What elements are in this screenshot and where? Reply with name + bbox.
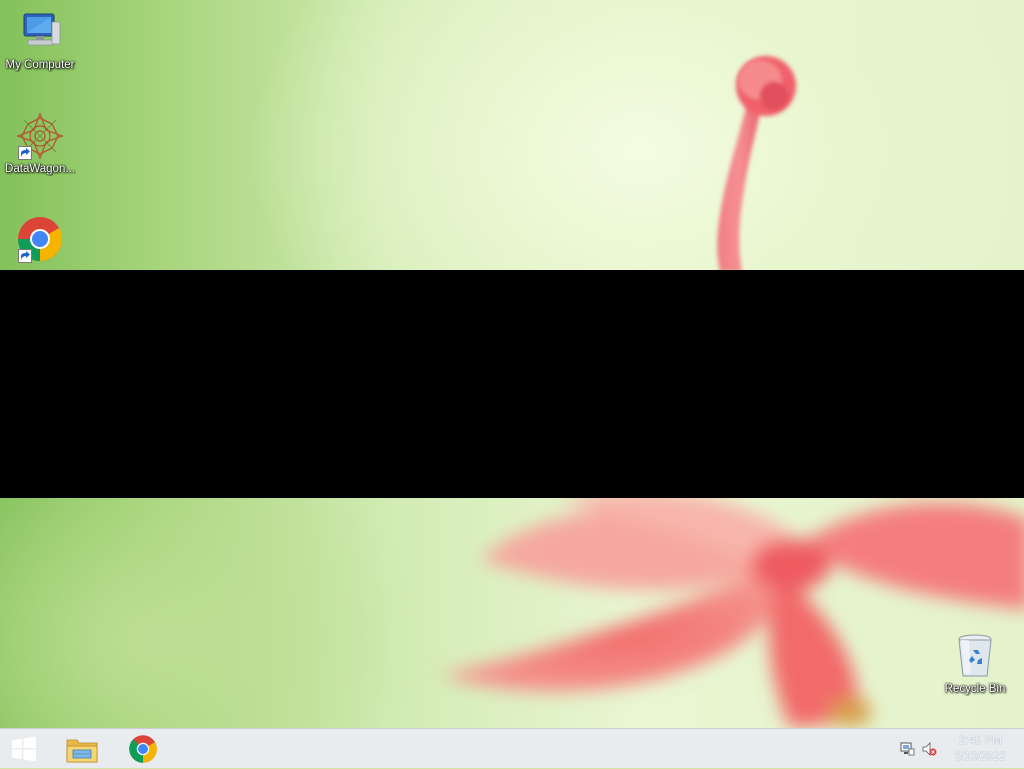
black-overlay-band: [0, 270, 1024, 498]
network-icon[interactable]: [896, 729, 918, 769]
system-tray: [896, 729, 940, 769]
computer-icon: [16, 8, 64, 56]
desktop-icon-label: My Computer: [5, 59, 75, 71]
volume-muted-icon[interactable]: [918, 729, 940, 769]
taskbar: 2:45 PM 5/10/2022: [0, 728, 1024, 768]
datawagon-icon: [16, 112, 64, 160]
start-button[interactable]: [0, 729, 48, 769]
windows-logo-icon: [12, 736, 36, 762]
clock-date: 5/10/2022: [954, 751, 1006, 763]
shortcut-arrow-icon: [18, 146, 32, 160]
chrome-icon: [129, 735, 157, 763]
taskbar-clock[interactable]: 2:45 PM 5/10/2022: [955, 733, 1006, 765]
shortcut-arrow-icon: [18, 249, 32, 263]
desktop-icon-label: Recycle Bin: [944, 683, 1006, 695]
clock-time: 2:45 PM: [959, 735, 1002, 747]
desktop-icon-chrome[interactable]: [0, 215, 80, 265]
recycle-bin-icon: [951, 632, 999, 680]
desktop-icon-label: DataWagon...: [5, 163, 75, 175]
desktop-icon-datawagon[interactable]: DataWagon...: [0, 112, 80, 176]
chrome-icon: [16, 215, 64, 263]
desktop-icon-my-computer[interactable]: My Computer: [0, 8, 80, 72]
taskbar-file-explorer[interactable]: [54, 729, 110, 769]
file-explorer-icon: [66, 739, 98, 763]
taskbar-chrome[interactable]: [115, 729, 171, 769]
desktop-icon-recycle-bin[interactable]: Recycle Bin: [935, 632, 1015, 696]
